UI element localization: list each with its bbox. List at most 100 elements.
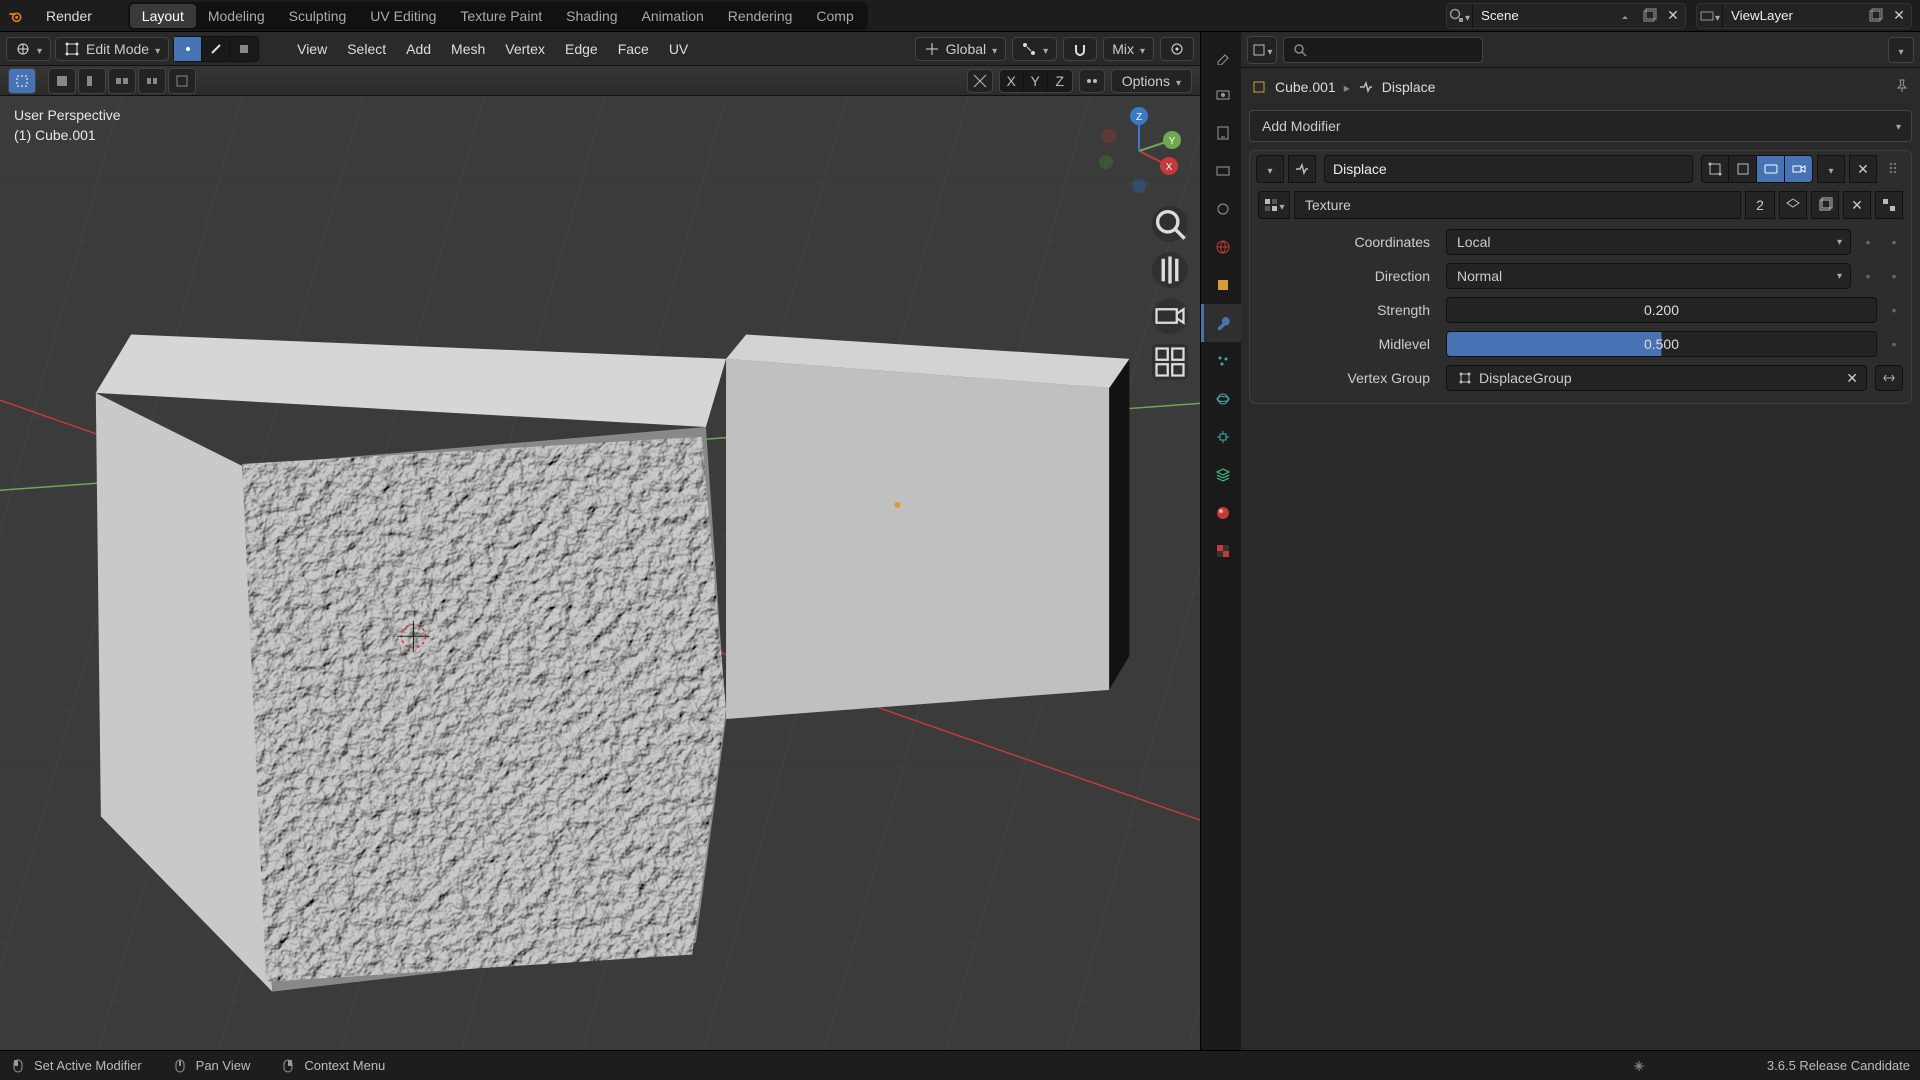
tab-physics[interactable] [1201,380,1241,418]
sel-tool-1[interactable] [48,68,76,94]
mesh-nearest-toggle[interactable] [967,69,993,93]
viewlayer-datablock-field[interactable]: ✕ [1696,3,1912,29]
tab-output[interactable] [1201,114,1241,152]
viewport-menu-face[interactable]: Face [608,38,659,60]
modifier-extras-dropdown[interactable] [1817,155,1845,183]
vertex-select-mode[interactable] [174,37,202,61]
tab-rendering[interactable]: Rendering [716,4,805,28]
delete-viewlayer-icon[interactable]: ✕ [1887,4,1911,28]
tab-world[interactable] [1201,228,1241,266]
vertex-group-field[interactable]: DisplaceGroup ✕ [1446,365,1867,391]
show-gizmo-toggle[interactable] [8,68,36,94]
sel-tool-2[interactable] [78,68,106,94]
coordinates-dropdown[interactable]: Local [1446,229,1851,255]
mirror-y[interactable]: Y [1024,70,1048,92]
tab-sculpting[interactable]: Sculpting [277,4,359,28]
midlevel-input[interactable]: 0.500 [1446,331,1877,357]
tab-data[interactable] [1201,456,1241,494]
interaction-mode-dropdown[interactable]: Edit Mode [55,37,169,61]
proportional-editing-dropdown[interactable]: Mix [1103,37,1154,61]
perspective-toggle[interactable] [1152,344,1188,380]
viewport-menu-edge[interactable]: Edge [555,38,608,60]
drag-handle-icon[interactable]: ⠿ [1881,161,1905,178]
edge-select-mode[interactable] [202,37,230,61]
breadcrumb-modifier[interactable]: Displace [1382,79,1436,95]
viewlayer-name-input[interactable] [1723,8,1863,23]
face-select-mode[interactable] [230,37,258,61]
show-viewport-toggle[interactable] [1757,155,1785,183]
viewport-menu-mesh[interactable]: Mesh [441,38,495,60]
invert-vgroup-button[interactable] [1875,365,1903,391]
scene-name-input[interactable] [1473,8,1613,23]
auto-merge-toggle[interactable] [1079,69,1105,93]
camera-view-button[interactable] [1152,298,1188,334]
scene-datablock-field[interactable]: ✕ [1446,3,1686,29]
tab-object[interactable] [1201,266,1241,304]
anim-dot-icon[interactable]: • [1859,234,1877,250]
tab-tool[interactable] [1201,38,1241,76]
tab-comp[interactable]: Comp [804,4,865,28]
sel-tool-3[interactable] [108,68,136,94]
transform-orientation-dropdown[interactable]: Global [915,37,1007,61]
scene-browse-button[interactable] [1447,4,1473,28]
sel-tool-5[interactable] [168,68,196,94]
viewport-menu-select[interactable]: Select [337,38,396,60]
viewport-menu-add[interactable]: Add [396,38,441,60]
tab-animation[interactable]: Animation [630,4,716,28]
texture-name-input[interactable]: Texture [1294,191,1741,219]
strength-input[interactable]: 0.200 [1446,297,1877,323]
zoom-button[interactable] [1152,206,1188,242]
tab-uv-editing[interactable]: UV Editing [358,4,448,28]
delete-scene-icon[interactable]: ✕ [1661,4,1685,28]
editor-type-dropdown[interactable] [6,37,51,61]
options-dropdown[interactable]: Options [1111,69,1192,93]
tab-modeling[interactable]: Modeling [196,4,277,28]
panel-collapse-toggle[interactable] [1256,155,1284,183]
texture-users-count[interactable]: 2 [1745,191,1775,219]
properties-search[interactable] [1283,37,1483,63]
tab-viewlayer[interactable] [1201,152,1241,190]
tab-constraints[interactable] [1201,418,1241,456]
pivot-point-dropdown[interactable] [1012,37,1057,61]
show-in-editmode-toggle[interactable] [1729,155,1757,183]
tab-texture-paint[interactable]: Texture Paint [448,4,554,28]
viewport-menu-uv[interactable]: UV [659,38,698,60]
new-viewlayer-icon[interactable] [1863,4,1887,28]
menu-edit[interactable]: Edit [36,0,106,4]
tab-particles[interactable] [1201,342,1241,380]
tab-layout[interactable]: Layout [130,4,196,28]
viewport-3d[interactable]: User Perspective (1) Cube.001 X Y Z [0,96,1200,1050]
new-scene-icon[interactable] [1637,4,1661,28]
show-on-cage-toggle[interactable] [1701,155,1729,183]
pan-button[interactable] [1152,252,1188,288]
nav-gizmo[interactable]: X Y Z [1094,106,1184,196]
add-modifier-dropdown[interactable]: Add Modifier [1249,110,1912,142]
mirror-z[interactable]: Z [1048,70,1072,92]
clear-vgroup-button[interactable]: ✕ [1846,370,1858,387]
mirror-x[interactable]: X [1000,70,1024,92]
tab-texture[interactable] [1201,532,1241,570]
show-render-toggle[interactable] [1785,155,1813,183]
delete-modifier-button[interactable]: ✕ [1849,155,1877,183]
anim-dot-icon[interactable]: • [1885,234,1903,250]
viewport-menu-view[interactable]: View [287,38,337,60]
new-texture-button[interactable] [1811,191,1839,219]
modifier-name-input[interactable]: Displace [1324,155,1693,183]
viewlayer-browse-button[interactable] [1697,4,1723,28]
pin-button[interactable] [1894,78,1910,97]
viewport-menu-vertex[interactable]: Vertex [495,38,555,60]
tab-material[interactable] [1201,494,1241,532]
direction-dropdown[interactable]: Normal [1446,263,1851,289]
sel-tool-4[interactable] [138,68,166,94]
properties-filter-dropdown[interactable] [1888,37,1914,63]
pin-scene-icon[interactable] [1613,4,1637,28]
proportional-editing-toggle[interactable] [1160,37,1194,61]
breadcrumb-object[interactable]: Cube.001 [1275,79,1336,95]
snap-toggle[interactable] [1063,37,1097,61]
unlink-texture-button[interactable]: ✕ [1843,191,1871,219]
tab-shading[interactable]: Shading [554,4,629,28]
texture-browse-dropdown[interactable] [1258,191,1290,219]
tab-scene[interactable] [1201,190,1241,228]
show-texture-button[interactable] [1875,191,1903,219]
fake-user-toggle[interactable] [1779,191,1807,219]
